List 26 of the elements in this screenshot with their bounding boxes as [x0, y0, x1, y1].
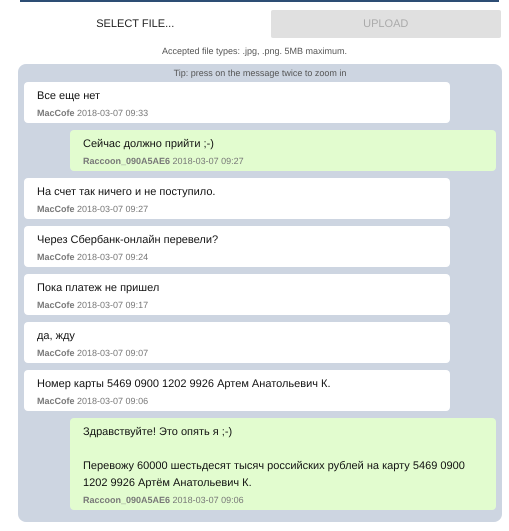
message-text: На счет так ничего и не поступило. [37, 185, 216, 200]
message-text: Пока платеж не пришел [37, 281, 160, 296]
tip-text: Tip: press on the message twice to zoom in [172, 68, 348, 78]
message-bubble[interactable]: Пока платеж не пришел MacCofe 2018-03-07 09:17 [24, 274, 450, 315]
message-meta: Raccoon_090A5AE6 2018-03-07 09:06 [83, 495, 245, 505]
message-bubble[interactable]: Номер карты 5469 0900 1202 9926 Артем Анатольевич К. MacCofe 2018-03-07 09:06 [24, 370, 450, 411]
message-bubble[interactable]: Все еще нет MacCofe 2018-03-07 09:33 [24, 82, 450, 123]
message-bubble[interactable]: Сейчас должно прийти ;-) Raccoon_090A5AE6 2018-03-07 09:27 [70, 130, 496, 171]
message-text: Через Сбербанк-онлайн перевели? [37, 233, 220, 248]
message-bubble[interactable]: Здравствуйте! Это опять я ;-) Перевожу 60000 шестьдесят тысяч российских рублей на карту 5469 0900 1202 9926 Артём Анатольевич К. Raccoon_090A5AE6 2018-03-07 09:06 [70, 418, 496, 510]
message-meta: MacCofe 2018-03-07 09:17 [37, 300, 150, 310]
message-meta: MacCofe 2018-03-07 09:24 [37, 252, 150, 262]
message-text: Номер карты 5469 0900 1202 9926 Артем Анатольевич К. [37, 377, 332, 392]
message-bubble[interactable]: Через Сбербанк-онлайн перевели? MacCofe 2018-03-07 09:24 [24, 226, 450, 267]
message-meta: Raccoon_090A5AE6 2018-03-07 09:27 [83, 156, 245, 166]
message-meta: MacCofe 2018-03-07 09:33 [37, 108, 150, 118]
message-bubble[interactable]: да, жду MacCofe 2018-03-07 09:07 [24, 322, 450, 363]
message-text: Сейчас должно прийти ;-) [83, 137, 215, 152]
message-text: Здравствуйте! Это опять я ;-) Перевожу 60000 шестьдесят тысяч российских рублей на карту 5469 0900 1202 9926 Артём Анатольевич К. [83, 425, 466, 491]
message-text: Все еще нет [37, 89, 102, 104]
file-types-hint: Accepted file types: .jpg, .png. 5MB maximum. [160, 46, 348, 56]
message-bubble[interactable]: На счет так ничего и не поступило. MacCofe 2018-03-07 09:27 [24, 178, 450, 219]
message-meta: MacCofe 2018-03-07 09:07 [37, 348, 150, 358]
message-text: да, жду [37, 329, 76, 344]
message-meta: MacCofe 2018-03-07 09:06 [37, 396, 150, 406]
message-meta: MacCofe 2018-03-07 09:27 [37, 204, 150, 214]
